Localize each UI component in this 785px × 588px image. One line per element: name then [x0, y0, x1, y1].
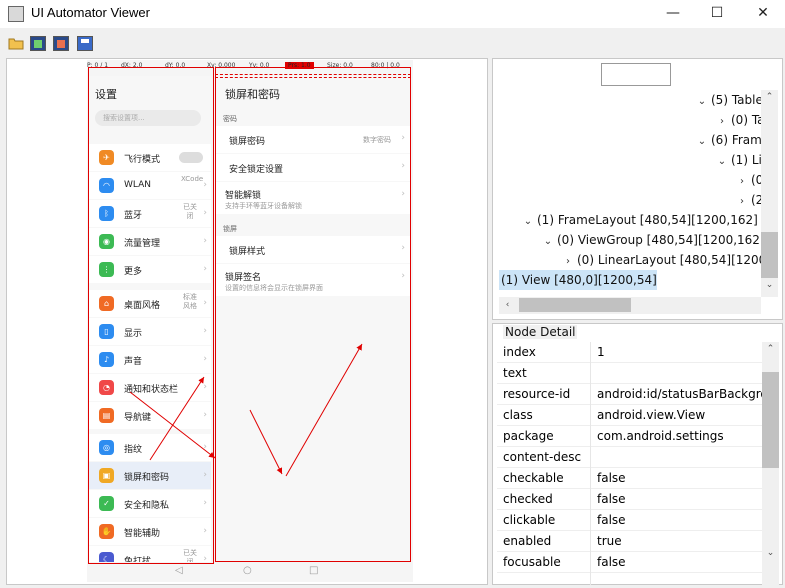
node-bounds-left	[88, 67, 214, 564]
detail-key: checkable	[503, 471, 564, 485]
chevron-down-icon[interactable]: ⌄	[693, 92, 711, 112]
detail-key: focusable	[503, 555, 561, 569]
detail-key: enabled	[503, 534, 552, 548]
title-bar: UI Automator Viewer — ☐ ✕	[0, 0, 785, 28]
detail-key: content-desc	[503, 450, 582, 464]
tree-node[interactable]: ⌄ (1) FrameLayout [480,54][1200,162]	[519, 210, 758, 230]
detail-key: resource-id	[503, 387, 571, 401]
close-button[interactable]: ✕	[741, 0, 785, 28]
tree-horizontal-scrollbar[interactable]: ‹	[499, 297, 761, 314]
chevron-right-icon[interactable]: ›	[713, 112, 731, 132]
tree-node[interactable]: ›(0) TableRow	[713, 110, 761, 130]
chevron-right-icon[interactable]: ›	[733, 192, 751, 212]
scroll-up-icon[interactable]: ⌃	[761, 92, 778, 102]
detail-value[interactable]: false	[597, 492, 762, 506]
detail-key: class	[503, 408, 533, 422]
detail-row[interactable]: focusable false	[497, 552, 762, 573]
scroll-up-icon[interactable]: ⌃	[762, 344, 779, 354]
recent-apps-icon[interactable]: □	[309, 565, 318, 576]
home-icon[interactable]: ○	[243, 565, 252, 576]
detail-value[interactable]: false	[597, 555, 762, 569]
chevron-down-icon[interactable]: ⌄	[519, 212, 537, 232]
detail-row[interactable]: class android.view.View	[497, 405, 762, 426]
device-screenshot-compressed-icon[interactable]	[53, 36, 69, 51]
tree-hscroll-thumb[interactable]	[519, 298, 631, 312]
tree-node-label: (2) View	[751, 193, 761, 207]
detail-key: text	[503, 366, 527, 380]
detail-row[interactable]: package com.android.settings	[497, 426, 762, 447]
chevron-down-icon[interactable]: ⌄	[693, 132, 711, 152]
tree-node[interactable]: ⌄(1) LinearLayout	[713, 150, 761, 170]
tree-node-label: (5) TableLayout [480,54][1200,162]	[711, 93, 761, 107]
app-icon	[8, 6, 24, 22]
navigation-bar: ◁ ○ □	[87, 562, 413, 582]
toolbar	[0, 28, 785, 58]
tree-node-label: (0) ViewGroup [480,54][1200,162]	[557, 233, 761, 247]
detail-row[interactable]: checkable false	[497, 468, 762, 489]
detail-key: clickable	[503, 513, 556, 527]
detail-vertical-scrollbar[interactable]: ⌃ ⌄	[762, 342, 779, 585]
tree-node[interactable]: ⌄(5) TableLayout [480,54][1200,162]	[693, 90, 761, 110]
hierarchy-tree[interactable]: ⌄(5) TableLayout [480,54][1200,162]›(0) …	[499, 90, 761, 297]
maximize-button[interactable]: ☐	[695, 0, 739, 28]
detail-value[interactable]: com.android.settings	[597, 429, 762, 443]
detail-vscroll-thumb[interactable]	[762, 372, 779, 468]
device-screenshot-icon[interactable]	[30, 36, 46, 51]
detail-value[interactable]: 1	[597, 345, 762, 359]
window-title: UI Automator Viewer	[31, 5, 150, 20]
tree-toolbar-box[interactable]	[601, 63, 671, 86]
tree-node-selected[interactable]: (1) View [480,0][1200,54]	[499, 270, 657, 290]
detail-row[interactable]: content-desc	[497, 447, 762, 468]
tree-node-label: (0) View	[751, 173, 761, 187]
scroll-left-icon[interactable]: ‹	[499, 300, 516, 310]
detail-key: index	[503, 345, 536, 359]
detail-column-separator[interactable]	[590, 342, 591, 585]
tree-vscroll-thumb[interactable]	[761, 232, 778, 278]
detail-value[interactable]: true	[597, 534, 762, 548]
detail-value[interactable]: false	[597, 471, 762, 485]
tree-node[interactable]: ›(0) View	[733, 170, 761, 190]
detail-key: package	[503, 429, 554, 443]
tree-node-label: (0) TableRow	[731, 113, 761, 127]
save-icon[interactable]	[77, 36, 93, 51]
tree-node[interactable]: ⌄ (0) ViewGroup [480,54][1200,162]	[539, 230, 761, 250]
tree-node-label: (0) LinearLayout [480,54][1200,162]	[577, 253, 761, 267]
tree-node-label: (6) FrameLayout [480,54][1200,162]	[711, 133, 761, 147]
tree-node[interactable]: ›(0) LinearLayout [480,54][1200,162]	[559, 250, 761, 270]
chevron-down-icon[interactable]: ⌄	[539, 232, 557, 252]
tree-node[interactable]: ⌄(6) FrameLayout [480,54][1200,162]	[693, 130, 761, 150]
detail-row[interactable]: enabled true	[497, 531, 762, 552]
node-bounds-right	[215, 67, 411, 562]
tree-node-label: (1) FrameLayout [480,54][1200,162]	[537, 213, 758, 227]
detail-row[interactable]: clickable false	[497, 510, 762, 531]
detail-row[interactable]: checked false	[497, 489, 762, 510]
chevron-right-icon[interactable]: ›	[559, 252, 577, 272]
detail-row[interactable]: resource-id android:id/statusBarBackgroun…	[497, 384, 762, 405]
node-detail-table[interactable]: index 1 text resource-id android:id/statusBa…	[497, 342, 762, 585]
detail-row[interactable]: index 1	[497, 342, 762, 363]
node-detail-title: Node Detail	[503, 325, 578, 339]
selected-node-bounds	[215, 74, 411, 78]
tree-node[interactable]: ›(2) View	[733, 190, 761, 210]
scroll-down-icon[interactable]: ⌄	[762, 548, 779, 558]
chevron-right-icon[interactable]: ›	[733, 172, 751, 192]
chevron-down-icon[interactable]: ⌄	[713, 152, 731, 172]
open-folder-icon[interactable]	[8, 36, 24, 51]
detail-value[interactable]: android:id/statusBarBackground	[597, 387, 762, 401]
tree-node-label: (1) LinearLayout	[731, 153, 761, 167]
scroll-down-icon[interactable]: ⌄	[761, 280, 778, 290]
detail-value[interactable]: false	[597, 513, 762, 527]
tree-node-label: (1) View [480,0][1200,54]	[501, 273, 657, 287]
detail-key: checked	[503, 492, 553, 506]
back-icon[interactable]: ◁	[175, 565, 183, 576]
minimize-button[interactable]: —	[651, 0, 695, 28]
tree-vertical-scrollbar[interactable]: ⌃ ⌄	[761, 90, 778, 297]
detail-row[interactable]: text	[497, 363, 762, 384]
detail-value[interactable]: android.view.View	[597, 408, 762, 422]
